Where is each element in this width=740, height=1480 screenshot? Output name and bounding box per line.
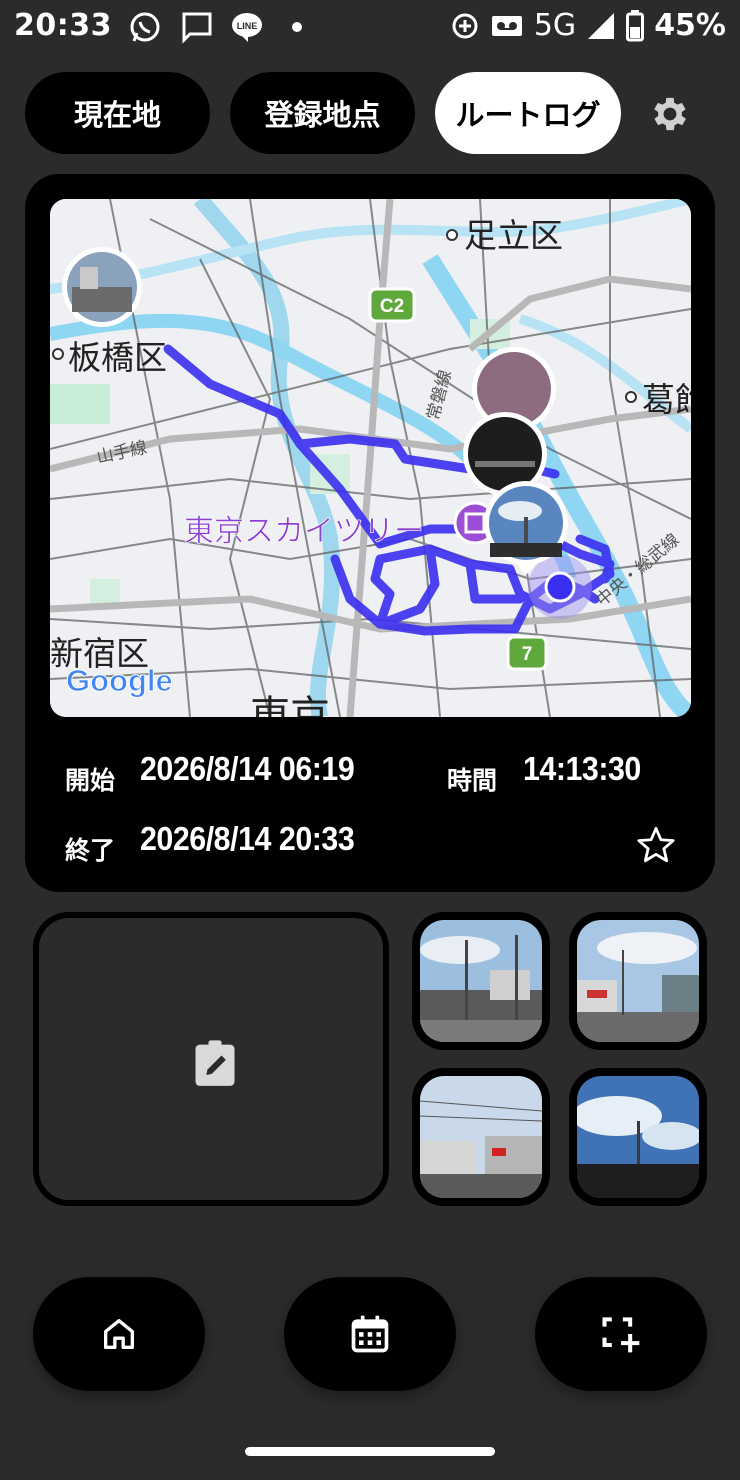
map-label-itabashi: 板橋区 — [68, 338, 167, 377]
map-label-route7: 7 — [522, 644, 533, 665]
photo-thumbnail[interactable] — [569, 912, 707, 1050]
calendar-icon — [351, 1315, 389, 1353]
status-bar: 20:33 LINE 5G 45% — [0, 0, 740, 56]
map-label-c2: C2 — [380, 296, 404, 317]
status-time: 20:33 — [14, 8, 112, 43]
map-label-adachi: 足立区 — [464, 216, 563, 255]
note-tile[interactable] — [33, 912, 389, 1206]
tab-registered-points[interactable]: 登録地点 — [230, 72, 415, 154]
add-photo-icon — [602, 1317, 640, 1353]
star-icon[interactable] — [635, 824, 677, 866]
dot-icon — [292, 22, 302, 32]
route-card: C2 7 足立区 板橋区 葛飾 山手線 常磐線 中央・総武線 東京スカイツリー … — [25, 174, 715, 892]
nav-calendar-button[interactable] — [284, 1277, 456, 1391]
google-logo: Google — [66, 663, 173, 698]
nav-home-button[interactable] — [33, 1277, 205, 1391]
end-label: 終了 — [65, 836, 116, 865]
battery-percent: 45% — [654, 8, 726, 43]
home-icon — [104, 1319, 134, 1349]
data-saver-icon — [452, 13, 478, 38]
duration-label: 時間 — [447, 766, 498, 795]
network-type: 5G — [533, 8, 577, 43]
photo-thumbnail[interactable] — [569, 1068, 707, 1206]
photo-thumbnail[interactable] — [412, 1068, 550, 1206]
gesture-handle[interactable] — [245, 1447, 495, 1456]
map-label-katsushika: 葛飾 — [642, 380, 691, 419]
voicemail-icon — [491, 15, 522, 36]
svg-text:LINE: LINE — [237, 21, 258, 31]
tab-route-log[interactable]: ルートログ — [435, 72, 621, 154]
line-icon: LINE — [232, 13, 262, 42]
duration-value: 14:13:30 — [523, 750, 641, 787]
battery-icon — [626, 9, 645, 41]
signal-icon — [588, 12, 615, 39]
map-label-skytree: 東京スカイツリー — [184, 514, 424, 549]
whatsapp-icon — [130, 12, 160, 42]
end-value: 2026/8/14 20:33 — [140, 820, 355, 857]
map-photo-marker[interactable] — [62, 247, 142, 327]
route-map[interactable]: C2 7 足立区 板橋区 葛飾 山手線 常磐線 中央・総武線 東京スカイツリー … — [50, 199, 691, 717]
message-icon — [182, 12, 212, 44]
photo-thumbnail[interactable] — [412, 912, 550, 1050]
map-label-tokyo: 東京 — [250, 693, 330, 717]
gear-icon[interactable] — [648, 92, 692, 136]
edit-note-icon — [195, 1040, 235, 1086]
nav-add-photo-button[interactable] — [535, 1277, 707, 1391]
tab-current-location[interactable]: 現在地 — [25, 72, 210, 154]
start-label: 開始 — [65, 766, 116, 795]
start-value: 2026/8/14 06:19 — [140, 750, 355, 787]
